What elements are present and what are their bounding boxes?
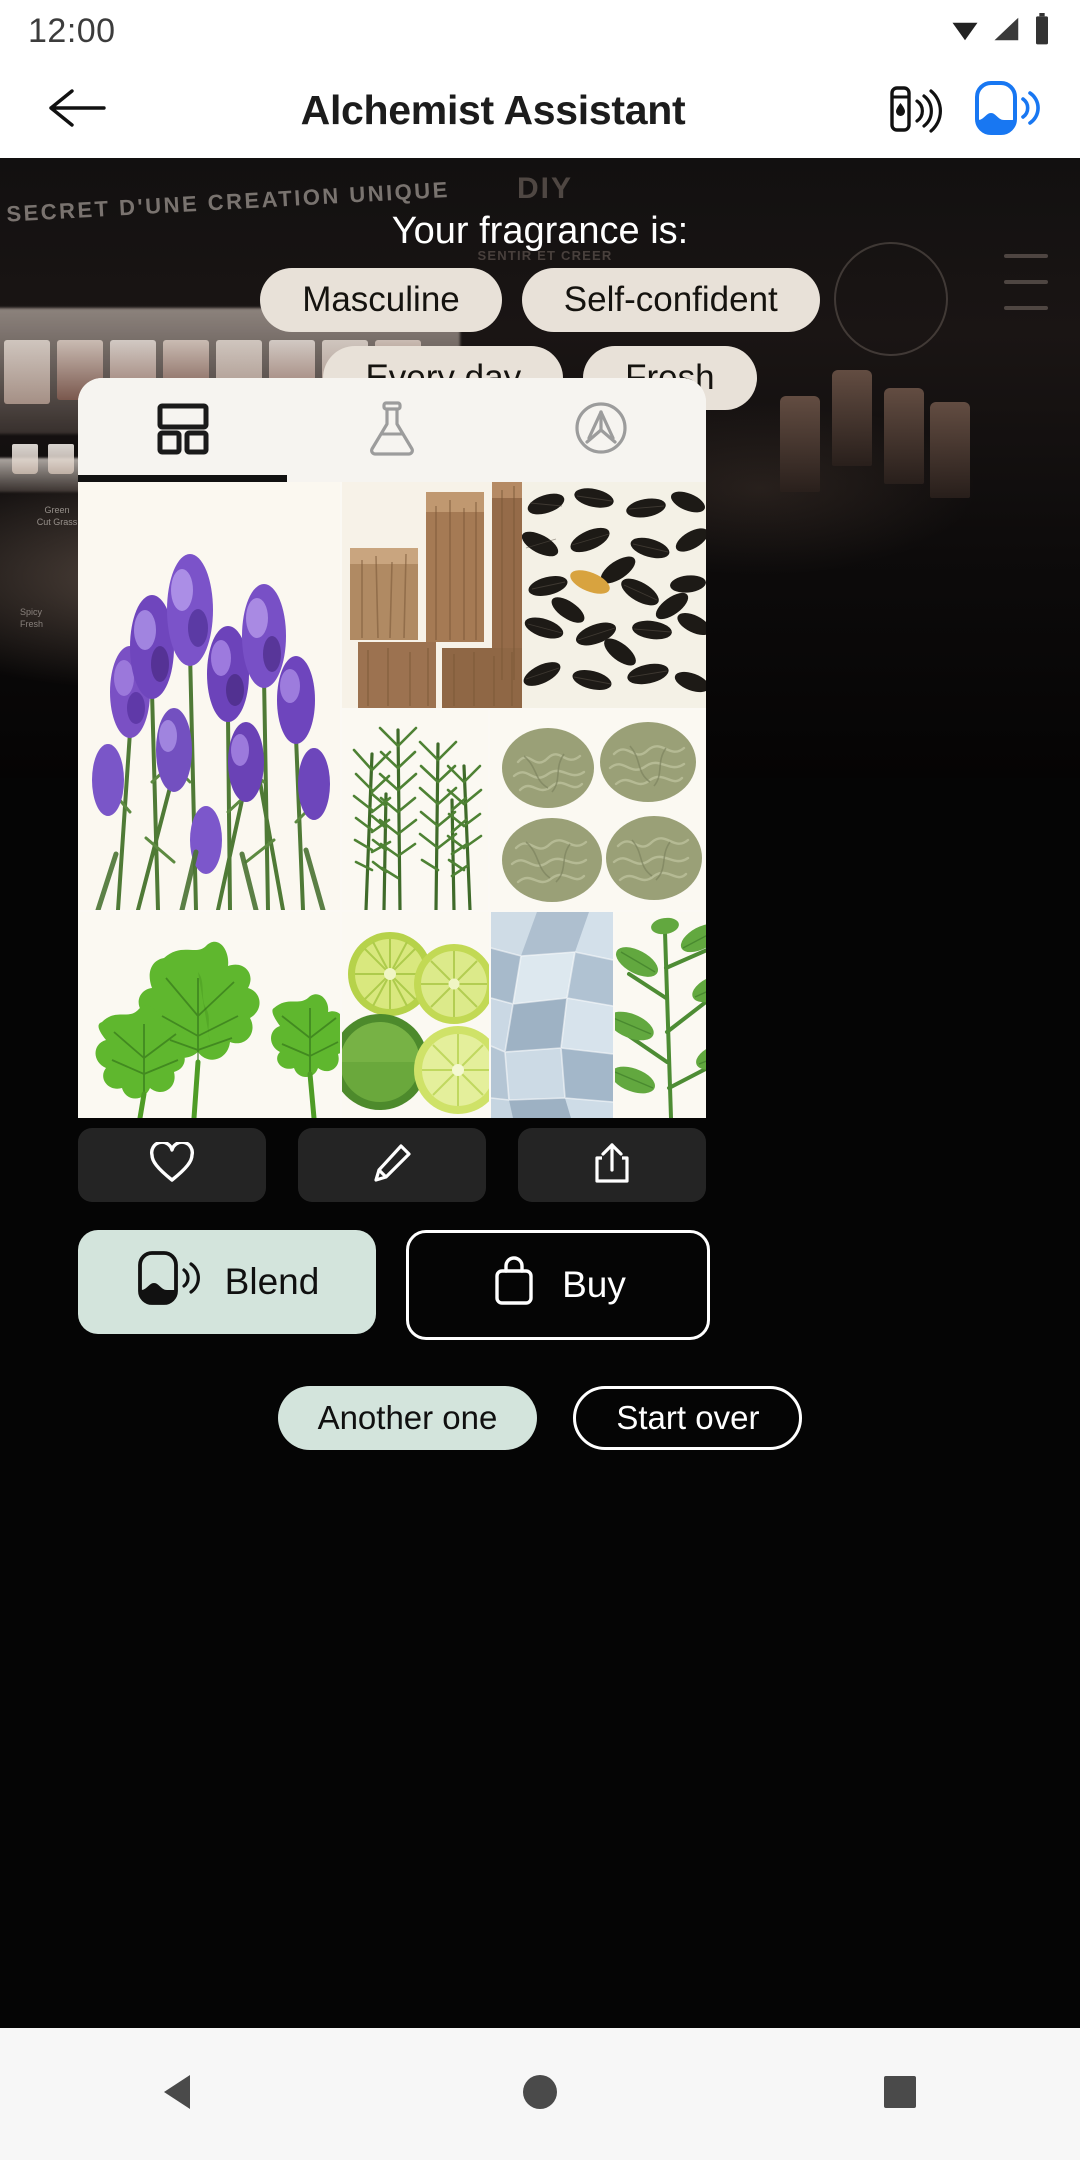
shop-scent-label: Spicy Fresh <box>20 607 44 630</box>
nav-home-button[interactable] <box>480 2049 600 2139</box>
wifi-icon <box>948 14 982 49</box>
nav-home-circle-icon <box>518 2070 562 2119</box>
favorite-button[interactable] <box>78 1128 266 1202</box>
ingredient-tile-sage[interactable] <box>615 912 706 1118</box>
app-bar: Alchemist Assistant <box>0 62 1080 158</box>
active-tab-indicator <box>78 475 287 482</box>
status-icon-group <box>948 12 1052 50</box>
status-bar: 12:00 <box>0 0 1080 62</box>
share-icon <box>591 1140 633 1191</box>
fragrance-tag-self-confident[interactable]: Self-confident <box>521 268 820 332</box>
diffuser-device-connected-button[interactable] <box>974 77 1040 143</box>
footer-action-row: Another one Start over <box>0 1386 1080 1450</box>
back-button[interactable] <box>40 72 116 148</box>
fragrance-tag-masculine[interactable]: Masculine <box>260 268 502 332</box>
fragrance-pyramid-icon <box>571 398 631 463</box>
shop-diy-title: DIY <box>516 172 573 205</box>
ingredient-tile-oakmoss[interactable] <box>490 710 706 910</box>
edit-button[interactable] <box>298 1128 486 1202</box>
fragrance-tag-row: Masculine Self-confident <box>260 268 820 332</box>
back-arrow-icon <box>48 86 108 135</box>
ingredient-tile-geranium[interactable] <box>78 912 340 1118</box>
cellular-signal-icon <box>991 14 1023 49</box>
diffuser-device-connected-icon <box>971 77 1043 144</box>
ingredient-tile-rosemary[interactable] <box>342 710 488 910</box>
android-nav-bar <box>0 2028 1080 2160</box>
battery-icon <box>1032 12 1052 50</box>
ingredient-tile-mineral-ice[interactable] <box>491 912 613 1118</box>
app-root: 12:00 Alchemist Assistant SECRET D'UNE C… <box>0 0 1080 2160</box>
ingredient-tile-bergamot[interactable] <box>342 912 489 1118</box>
heart-icon <box>149 1140 195 1189</box>
card-tab-bar <box>78 378 706 482</box>
buy-button[interactable]: Buy <box>406 1230 710 1340</box>
page-title: Alchemist Assistant <box>300 86 686 133</box>
pencil-icon <box>370 1141 414 1190</box>
shopping-bag-icon <box>490 1254 538 1317</box>
ingredient-tile-tonka-bean[interactable] <box>522 482 706 708</box>
diffuser-device-icon <box>135 1248 201 1317</box>
nav-back-button[interactable] <box>120 2049 240 2139</box>
blend-button-label: Blend <box>224 1261 320 1302</box>
nav-recents-button[interactable] <box>840 2049 960 2139</box>
start-over-button[interactable]: Start over <box>573 1386 803 1450</box>
secondary-action-row <box>78 1128 706 1202</box>
share-button[interactable] <box>518 1128 706 1202</box>
buy-button-label: Buy <box>562 1264 626 1305</box>
result-hero: SECRET D'UNE CREATION UNIQUE DIY SENTIR … <box>0 158 1080 2028</box>
tab-ingredients[interactable] <box>78 378 287 482</box>
scent-wand-connected-button[interactable] <box>880 77 946 143</box>
flask-icon <box>364 398 420 463</box>
tab-pyramid[interactable] <box>497 378 706 482</box>
nav-back-triangle-icon <box>158 2071 202 2118</box>
result-headline: Your fragrance is: <box>391 210 689 252</box>
app-bar-actions <box>880 77 1058 143</box>
status-time: 12:00 <box>28 11 116 50</box>
ingredient-tile-lavender[interactable] <box>78 482 340 910</box>
scent-wand-connected-icon <box>882 78 944 143</box>
layout-grid-icon <box>154 399 212 462</box>
ingredient-row-bottom <box>342 912 706 1118</box>
tab-formula[interactable] <box>287 378 496 482</box>
primary-action-row: Blend Buy <box>78 1230 710 1340</box>
another-one-button[interactable]: Another one <box>277 1386 538 1450</box>
blend-button[interactable]: Blend <box>78 1230 376 1334</box>
nav-recents-square-icon <box>879 2071 921 2118</box>
